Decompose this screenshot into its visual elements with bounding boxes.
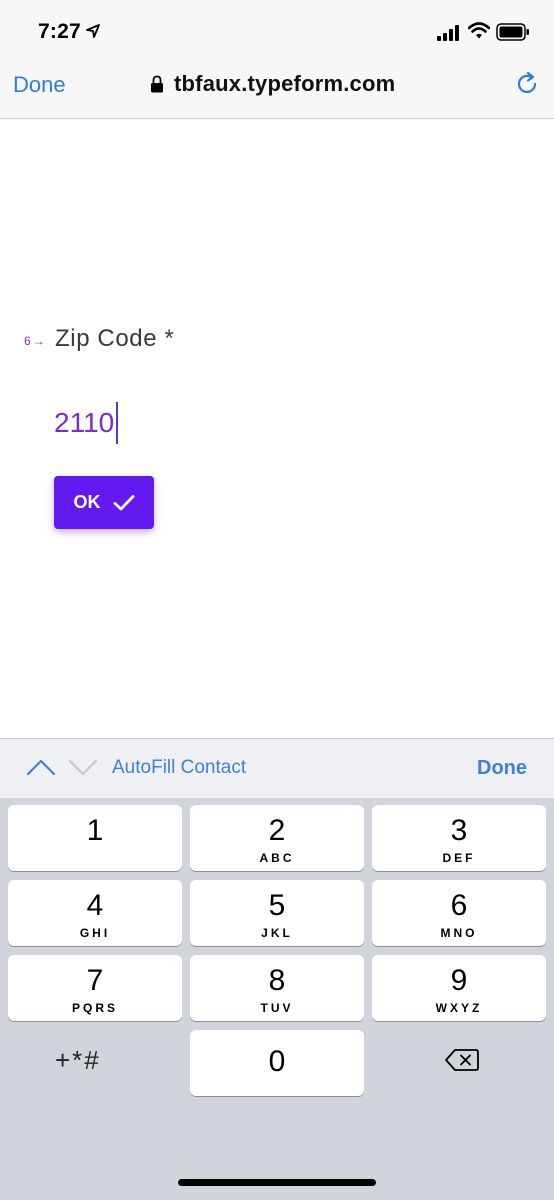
browser-done-button[interactable]: Done bbox=[13, 72, 66, 98]
key-digit: 2 bbox=[268, 814, 286, 847]
key-letters: GHI bbox=[79, 926, 111, 940]
key-9[interactable]: 9 WXYZ bbox=[372, 955, 546, 1021]
key-digit: 7 bbox=[86, 964, 104, 997]
key-letters: TUV bbox=[260, 1001, 294, 1015]
key-5[interactable]: 5 JKL bbox=[190, 880, 364, 946]
browser-nav-bar: Done tbfaux.typeform.com bbox=[0, 66, 554, 119]
key-digit: 5 bbox=[268, 889, 286, 922]
key-digit: 4 bbox=[86, 889, 104, 922]
key-3[interactable]: 3 DEF bbox=[372, 805, 546, 871]
home-indicator[interactable] bbox=[178, 1179, 376, 1186]
reload-icon[interactable] bbox=[514, 71, 540, 97]
address-bar[interactable]: tbfaux.typeform.com bbox=[150, 71, 395, 97]
battery-icon bbox=[496, 23, 529, 41]
key-digit: 9 bbox=[450, 964, 468, 997]
question-label: Zip Code * bbox=[55, 325, 175, 352]
chevron-down-icon[interactable] bbox=[68, 756, 98, 778]
key-digit: 1 bbox=[86, 814, 104, 847]
status-bar: 7:27 bbox=[0, 0, 554, 66]
key-letters: DEF bbox=[442, 851, 476, 865]
text-caret bbox=[116, 402, 119, 444]
key-letters: ABC bbox=[259, 851, 295, 865]
zip-code-input[interactable]: 2110 bbox=[54, 402, 119, 444]
key-letters: JKL bbox=[261, 926, 293, 940]
key-digit: 3 bbox=[450, 814, 468, 847]
delete-icon[interactable] bbox=[445, 1048, 479, 1072]
key-letters: PQRS bbox=[71, 1001, 118, 1015]
status-time: 7:27 bbox=[38, 20, 81, 43]
form-content: 6 → Zip Code * 2110 OK bbox=[0, 119, 554, 738]
checkmark-icon bbox=[113, 494, 134, 510]
autofill-contact-button[interactable]: AutoFill Contact bbox=[112, 757, 246, 779]
ok-button-label: OK bbox=[73, 492, 101, 512]
key-7[interactable]: 7 PQRS bbox=[8, 955, 182, 1021]
wifi-icon bbox=[468, 22, 490, 39]
numeric-keypad: 1 2 ABC 3 DEF 4 GHI 5 JKL 6 MNO 7 PQRS 8… bbox=[0, 798, 554, 1200]
arrow-right-icon: → bbox=[32, 334, 45, 348]
zip-code-value: 2110 bbox=[54, 407, 115, 438]
key-4[interactable]: 4 GHI bbox=[8, 880, 182, 946]
keyboard-done-button[interactable]: Done bbox=[477, 757, 527, 780]
symbols-key[interactable]: +*# bbox=[55, 1045, 101, 1076]
key-letters: MNO bbox=[440, 926, 478, 940]
key-letters: WXYZ bbox=[435, 1001, 483, 1015]
ok-button[interactable]: OK bbox=[54, 476, 154, 529]
keyboard-accessory-bar: AutoFill Contact Done bbox=[0, 738, 554, 798]
key-2[interactable]: 2 ABC bbox=[190, 805, 364, 871]
key-0[interactable]: 0 bbox=[190, 1030, 364, 1096]
key-digit: 0 bbox=[268, 1045, 286, 1078]
key-digit: 8 bbox=[268, 964, 286, 997]
signal-icon bbox=[437, 25, 459, 41]
key-1[interactable]: 1 bbox=[8, 805, 182, 871]
key-digit: 6 bbox=[450, 889, 468, 922]
question-number-value: 6 bbox=[24, 334, 31, 348]
key-6[interactable]: 6 MNO bbox=[372, 880, 546, 946]
key-8[interactable]: 8 TUV bbox=[190, 955, 364, 1021]
chevron-up-icon[interactable] bbox=[26, 756, 56, 778]
location-arrow-icon bbox=[86, 24, 100, 38]
question-number: 6 → bbox=[24, 334, 45, 348]
url-text: tbfaux.typeform.com bbox=[174, 71, 396, 96]
lock-icon bbox=[151, 75, 163, 93]
